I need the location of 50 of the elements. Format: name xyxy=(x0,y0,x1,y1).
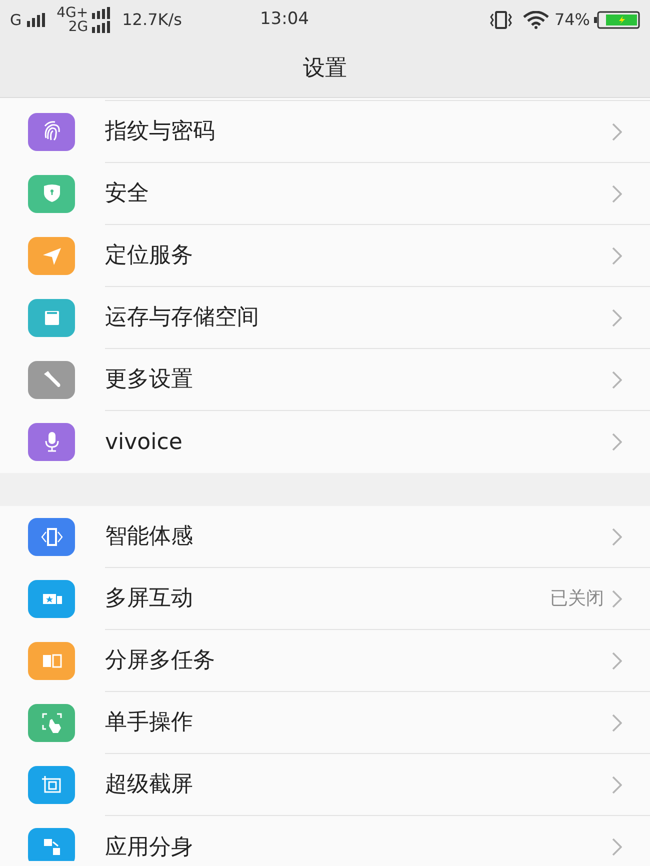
setting-label: 分屏多任务 xyxy=(105,647,216,675)
battery-percent: 74% xyxy=(554,9,590,31)
wifi-icon xyxy=(523,11,550,29)
settings-row[interactable]: 超级截屏 xyxy=(0,754,650,816)
chevron-right-icon xyxy=(612,776,622,794)
chevron-right-icon xyxy=(612,433,622,451)
network-label: 2G xyxy=(68,20,88,34)
setting-label: 定位服务 xyxy=(105,242,194,270)
settings-row[interactable]: 多屏互动 已关闭 xyxy=(0,568,650,630)
settings-row[interactable]: 智能体感 xyxy=(0,506,650,568)
chevron-right-icon xyxy=(612,528,622,546)
page-title: 设置 xyxy=(303,55,347,83)
settings-row[interactable]: 运存与存储空间 xyxy=(0,287,650,349)
setting-label: 单手操作 xyxy=(105,709,194,737)
signal-icon xyxy=(26,13,47,27)
setting-label: 更多设置 xyxy=(105,366,194,394)
settings-row[interactable]: vivoice xyxy=(0,411,650,473)
signal-icon xyxy=(92,21,112,33)
settings-row[interactable]: 应用分身 xyxy=(0,816,650,861)
network-speed: 12.7K/s xyxy=(122,9,182,31)
chevron-right-icon xyxy=(612,652,622,670)
carrier-label: G xyxy=(10,10,22,31)
battery-icon xyxy=(594,11,640,29)
setting-label: 指纹与密码 xyxy=(105,118,216,146)
setting-label: 超级截屏 xyxy=(105,771,194,799)
chevron-right-icon xyxy=(612,714,622,732)
settings-row[interactable]: 安全 xyxy=(0,163,650,225)
setting-label: 应用分身 xyxy=(105,834,194,861)
settings-row[interactable]: 单手操作 xyxy=(0,692,650,754)
chevron-right-icon xyxy=(612,590,622,608)
chevron-right-icon xyxy=(612,838,622,856)
setting-value: 已关闭 xyxy=(550,587,604,611)
chevron-right-icon xyxy=(612,122,622,140)
clock: 13:04 xyxy=(260,8,309,32)
setting-label: 多屏互动 xyxy=(105,585,194,613)
settings-row[interactable]: 分屏多任务 xyxy=(0,630,650,692)
chevron-right-icon xyxy=(612,370,622,388)
chevron-right-icon xyxy=(612,246,622,264)
setting-label: 运存与存储空间 xyxy=(105,304,260,332)
settings-row[interactable]: 更多设置 xyxy=(0,349,650,411)
chevron-right-icon xyxy=(612,184,622,202)
setting-label: 安全 xyxy=(105,180,150,208)
setting-label: 智能体感 xyxy=(105,523,194,551)
vibrate-icon xyxy=(489,11,514,29)
signal-icon xyxy=(92,7,112,19)
network-label: 4G+ xyxy=(56,6,88,20)
settings-row[interactable]: 指纹与密码 xyxy=(0,101,650,163)
settings-row[interactable]: 定位服务 xyxy=(0,225,650,287)
setting-label: vivoice xyxy=(105,428,184,456)
chevron-right-icon xyxy=(612,308,622,326)
